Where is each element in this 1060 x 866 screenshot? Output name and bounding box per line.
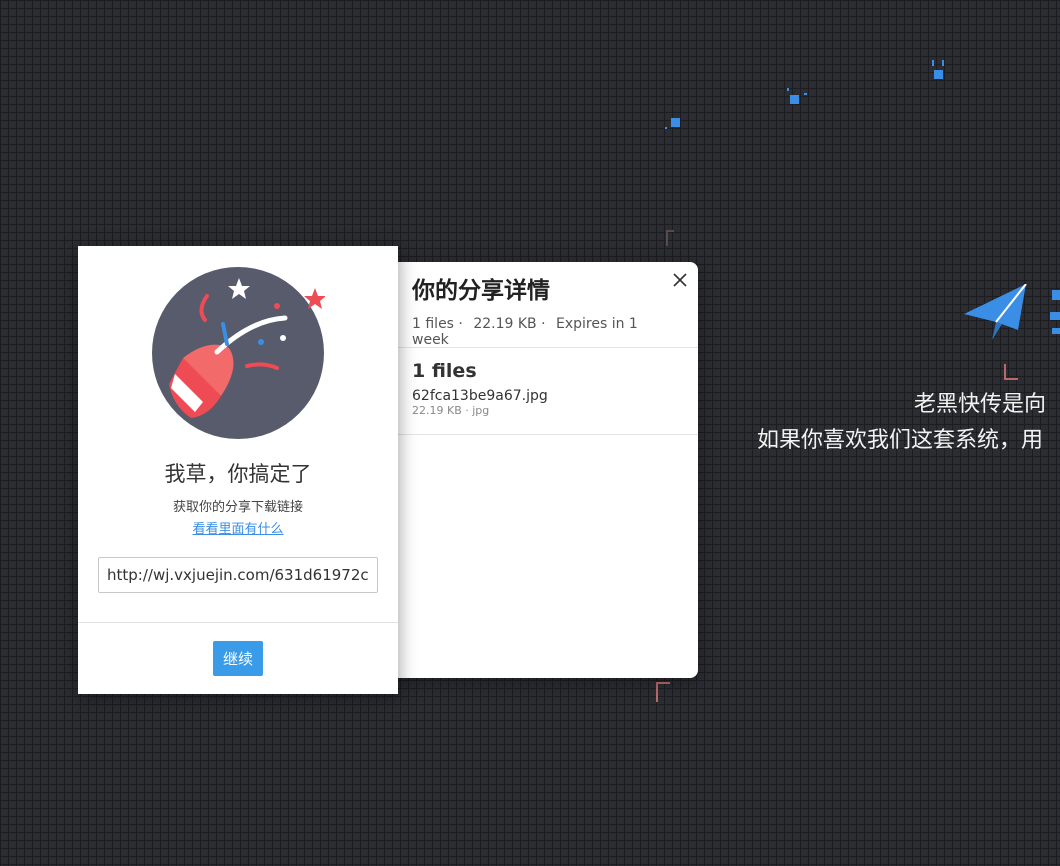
- close-icon: [673, 273, 687, 287]
- files-section: 1 files 62fca13be9a67.jpg 22.19 KB · jpg: [390, 348, 698, 435]
- share-link-input[interactable]: [98, 557, 378, 593]
- decor-pixel: [804, 93, 807, 95]
- decor-pixel: [1052, 290, 1060, 300]
- divider: [78, 622, 398, 623]
- decor-pixel: [932, 60, 934, 66]
- files-heading: 1 files: [412, 360, 477, 382]
- details-title: 你的分享详情: [412, 278, 550, 304]
- file-type: jpg: [472, 404, 490, 417]
- success-dialog: 我草，你搞定了 获取你的分享下载链接 看看里面有什么 继续: [78, 246, 398, 694]
- hero-line-2: 如果你喜欢我们这套系统，用: [757, 428, 1044, 453]
- details-header: 你的分享详情 1 files · 22.19 KB · Expires in 1…: [390, 262, 698, 348]
- meta-size: 22.19 KB ·: [473, 316, 546, 332]
- continue-button[interactable]: 继续: [213, 641, 263, 676]
- decor-trace: [666, 230, 674, 246]
- view-contents-link[interactable]: 看看里面有什么: [78, 518, 398, 537]
- meta-file-count: 1 files ·: [412, 316, 463, 332]
- decor-pixel: [671, 118, 680, 127]
- file-name: 62fca13be9a67.jpg: [412, 388, 548, 404]
- share-details-panel: 你的分享详情 1 files · 22.19 KB · Expires in 1…: [390, 262, 698, 678]
- file-size: 22.19 KB ·: [412, 404, 469, 417]
- decor-pixel: [934, 70, 943, 79]
- decor-trace: [656, 682, 670, 702]
- decor-pixel: [1050, 312, 1060, 320]
- decor-trace: [1004, 364, 1018, 380]
- decor-pixel: [787, 88, 789, 91]
- close-button[interactable]: [670, 270, 690, 290]
- decor-pixel: [942, 60, 944, 66]
- hero-line-1: 老黑快传是向: [914, 392, 1047, 417]
- paper-plane-icon: [964, 284, 1027, 340]
- decor-pixel: [790, 95, 799, 104]
- success-title: 我草，你搞定了: [164, 462, 312, 486]
- decor-pixel: [1052, 328, 1060, 334]
- decor-pixel: [665, 127, 667, 129]
- success-subtitle: 获取你的分享下载链接: [172, 500, 303, 515]
- file-info: 22.19 KB · jpg: [412, 404, 676, 418]
- details-meta: 1 files · 22.19 KB · Expires in 1 week: [412, 316, 676, 348]
- list-item[interactable]: 62fca13be9a67.jpg 22.19 KB · jpg: [412, 388, 676, 418]
- party-popper-illustration: [152, 267, 325, 439]
